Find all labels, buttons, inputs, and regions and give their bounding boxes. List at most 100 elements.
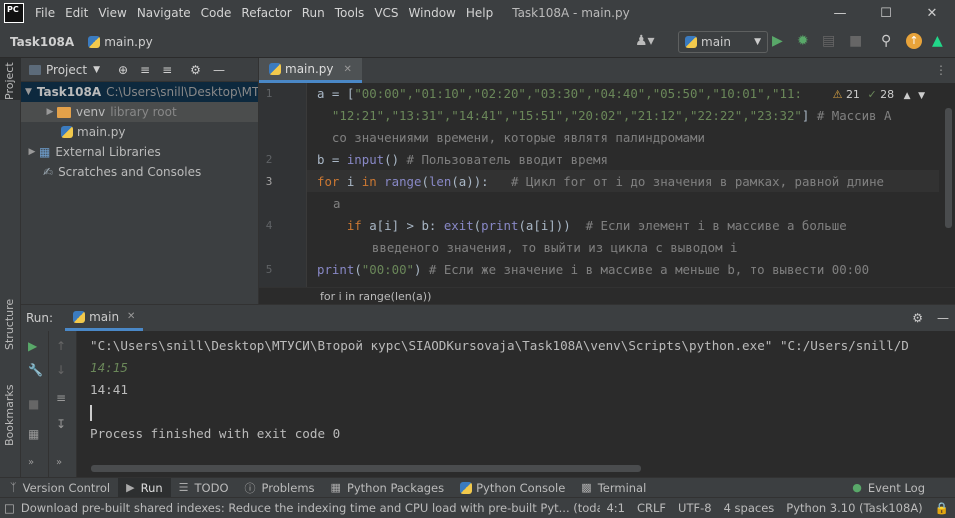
tree-file-name: main.py bbox=[77, 125, 126, 139]
menu-navigate[interactable]: Navigate bbox=[132, 6, 196, 20]
inspection-widget[interactable]: ⚠ 21 ✓ 28 ▲ ▼ bbox=[833, 88, 925, 101]
hide-panel-icon[interactable]: — bbox=[937, 311, 949, 325]
close-icon[interactable]: ✕ bbox=[909, 0, 955, 26]
menu-run[interactable]: Run bbox=[297, 6, 330, 20]
menu-code[interactable]: Code bbox=[196, 6, 237, 20]
tab-main-py[interactable]: main.py ✕ bbox=[259, 58, 362, 83]
code-line-3: for i in range(len(a)): # Цикл for от i … bbox=[317, 174, 885, 189]
breadcrumb-file[interactable]: main.py bbox=[88, 35, 153, 49]
tree-item-venv[interactable]: ▶ venv library root bbox=[21, 102, 258, 122]
tree-item-main-py[interactable]: main.py bbox=[21, 122, 258, 142]
jetbrains-toolbox-icon[interactable]: ▲ bbox=[932, 33, 943, 49]
tree-item-external-libraries[interactable]: ▶ ▦ External Libraries bbox=[21, 142, 258, 162]
collapse-all-icon[interactable]: ≡ bbox=[140, 63, 150, 77]
coverage-icon[interactable]: ▤ bbox=[822, 33, 835, 49]
code-breadcrumb[interactable]: for i in range(len(a)) bbox=[259, 287, 955, 304]
menu-vcs[interactable]: VCS bbox=[369, 6, 403, 20]
expand-all-icon[interactable]: ≡ bbox=[162, 63, 172, 77]
more-icon[interactable]: » bbox=[56, 457, 62, 468]
run-icon[interactable]: ▶ bbox=[772, 33, 783, 49]
line-number-gutter: 1 2 3 4 5 bbox=[259, 83, 307, 287]
rerun-icon[interactable]: ▶ bbox=[28, 339, 37, 353]
minimize-icon[interactable]: — bbox=[817, 0, 863, 26]
navigation-bar: Task108A main.py ♟▾ main ▼ ▶ ✹ ▤ ■ ⚲ ↑ ▲ bbox=[0, 26, 955, 58]
tool-event-log[interactable]: ● Event Log bbox=[844, 478, 933, 498]
chevron-down-icon[interactable]: ▼ bbox=[918, 91, 925, 101]
close-tab-icon[interactable]: ✕ bbox=[127, 311, 135, 322]
status-bar: □ Download pre-built shared indexes: Red… bbox=[0, 497, 955, 518]
tool-python-console[interactable]: Python Console bbox=[452, 478, 573, 498]
lock-icon[interactable]: 🔒 bbox=[929, 501, 955, 515]
update-icon[interactable]: ↑ bbox=[906, 33, 922, 49]
stop-icon[interactable]: ■ bbox=[28, 397, 39, 411]
soft-wrap-icon[interactable]: ≡ bbox=[56, 391, 66, 405]
structure-side-label[interactable]: Structure bbox=[3, 299, 16, 350]
todo-icon: ☰ bbox=[178, 481, 189, 494]
gear-icon[interactable]: ⚙ bbox=[190, 63, 201, 77]
chevron-up-icon[interactable]: ▲ bbox=[904, 91, 911, 101]
menu-file[interactable]: File bbox=[30, 6, 60, 20]
status-message[interactable]: Download pre-built shared indexes: Reduc… bbox=[21, 501, 601, 515]
search-icon[interactable]: ⚲ bbox=[881, 33, 891, 49]
tool-python-packages[interactable]: ▦ Python Packages bbox=[323, 478, 453, 498]
user-icon[interactable]: ♟▾ bbox=[635, 33, 655, 49]
left-tool-strip: Project Structure Bookmarks bbox=[0, 58, 21, 498]
scroll-to-end-icon[interactable]: ↧ bbox=[56, 417, 66, 431]
maximize-icon[interactable]: ☐ bbox=[863, 0, 909, 26]
python-file-icon bbox=[269, 63, 281, 75]
stop-icon[interactable]: ■ bbox=[849, 33, 862, 49]
project-panel-title[interactable]: Project bbox=[46, 63, 87, 77]
more-icon[interactable]: » bbox=[28, 457, 34, 468]
chevron-down-icon[interactable]: ▼ bbox=[93, 65, 100, 75]
tool-run[interactable]: ▶ Run bbox=[118, 477, 171, 498]
expand-arrow-icon[interactable]: ▼ bbox=[25, 87, 32, 97]
collapse-arrow-icon[interactable]: ▶ bbox=[43, 107, 57, 117]
code-line-1-wrap2: со значениями времени, которые являтя па… bbox=[317, 130, 705, 145]
menu-help[interactable]: Help bbox=[461, 6, 498, 20]
editor-scrollbar[interactable] bbox=[945, 108, 952, 228]
code-line-5: print("00:00") # Если же значение i в ма… bbox=[317, 262, 870, 277]
tool-todo[interactable]: ☰ TODO bbox=[171, 478, 237, 498]
layout-icon[interactable]: ▦ bbox=[28, 427, 39, 441]
gear-icon[interactable]: ⚙ bbox=[912, 311, 923, 325]
menu-tools[interactable]: Tools bbox=[330, 6, 370, 20]
breadcrumb-project[interactable]: Task108A bbox=[10, 35, 74, 49]
warning-count: 21 bbox=[845, 88, 860, 101]
line-separator[interactable]: CRLF bbox=[631, 501, 672, 515]
problems-icon: ⓘ bbox=[244, 481, 256, 495]
menu-edit[interactable]: Edit bbox=[60, 6, 93, 20]
code-line-4: if a[i] > b: exit(print(a[i])) # Если эл… bbox=[317, 218, 847, 233]
hide-panel-icon[interactable]: — bbox=[213, 63, 225, 77]
more-tabs-icon[interactable]: ⋮ bbox=[935, 63, 947, 77]
arrow-down-icon[interactable]: ↓ bbox=[56, 363, 66, 377]
collapse-arrow-icon[interactable]: ▶ bbox=[25, 147, 39, 157]
caret-position[interactable]: 4:1 bbox=[600, 501, 631, 515]
tool-version-control[interactable]: ᛉ Version Control bbox=[2, 478, 118, 498]
locate-icon[interactable]: ⊕ bbox=[118, 63, 128, 77]
menu-view[interactable]: View bbox=[93, 6, 131, 20]
code-area[interactable]: a = ["00:00","01:10","02:20","03:30","04… bbox=[317, 83, 937, 287]
debug-icon[interactable]: ✹ bbox=[797, 33, 809, 49]
wrench-icon[interactable]: 🔧 bbox=[28, 363, 43, 377]
run-configuration-select[interactable]: main ▼ bbox=[678, 31, 768, 53]
close-tab-icon[interactable]: ✕ bbox=[344, 64, 352, 75]
tree-item-root[interactable]: ▼ Task108A C:\Users\snill\Desktop\МТ bbox=[21, 82, 259, 102]
tool-problems[interactable]: ⓘ Problems bbox=[237, 478, 323, 498]
indent-setting[interactable]: 4 spaces bbox=[718, 501, 781, 515]
console-output[interactable]: "C:\Users\snill\Desktop\МТУСИ\Второй кур… bbox=[90, 335, 955, 445]
tool-terminal[interactable]: ▩ Terminal bbox=[573, 478, 654, 498]
tree-item-scratches[interactable]: ✍ Scratches and Consoles bbox=[21, 162, 258, 182]
menu-refactor[interactable]: Refactor bbox=[236, 6, 296, 20]
code-line-3-wrap: а bbox=[333, 196, 341, 211]
run-panel: Run: main ✕ ⚙ — ▶ 🔧 ■ ▦ » ↑ ↓ ≡ ↧ » "C:\… bbox=[21, 304, 955, 478]
file-encoding[interactable]: UTF-8 bbox=[672, 501, 718, 515]
run-tab-main[interactable]: main ✕ bbox=[65, 305, 144, 331]
code-editor: main.py ✕ ⋮ 1 2 3 4 5 a = ["00:00","01:1… bbox=[258, 58, 955, 304]
menu-window[interactable]: Window bbox=[404, 6, 461, 20]
python-interpreter[interactable]: Python 3.10 (Task108A) bbox=[780, 501, 928, 515]
project-side-label[interactable]: Project bbox=[3, 62, 16, 100]
arrow-up-icon[interactable]: ↑ bbox=[56, 339, 66, 353]
console-output-line: 14:41 bbox=[90, 382, 128, 397]
console-horizontal-scrollbar[interactable] bbox=[91, 465, 641, 472]
bookmarks-side-label[interactable]: Bookmarks bbox=[3, 385, 16, 446]
